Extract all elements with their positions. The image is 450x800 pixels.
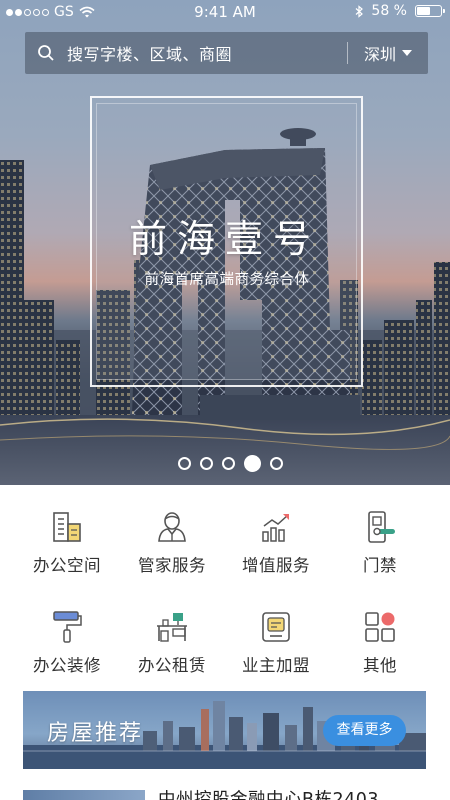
service-label: 其他 [363, 656, 397, 675]
service-door-access[interactable]: 门禁 [330, 510, 430, 576]
status-right: 58 % [355, 3, 445, 19]
more-grid-icon [365, 612, 395, 642]
bluetooth-icon [356, 4, 364, 18]
service-renovation[interactable]: 办公装修 [17, 610, 117, 676]
service-label: 办公空间 [33, 556, 101, 575]
service-label: 管家服务 [138, 556, 206, 575]
growth-chart-icon [262, 514, 289, 542]
service-butler[interactable]: 管家服务 [122, 510, 222, 576]
pager-dot[interactable] [178, 457, 191, 470]
pager-dot[interactable] [222, 457, 235, 470]
service-value-added[interactable]: 增值服务 [226, 510, 326, 576]
carousel-pager[interactable] [178, 455, 283, 472]
desk-icon [157, 613, 187, 642]
search-input[interactable]: 搜写字楼、区域、商圈 [67, 41, 347, 65]
listing-item[interactable]: 中州控股金融中心B栋2403 [23, 786, 450, 800]
service-label: 办公租赁 [138, 656, 206, 675]
pager-dot[interactable] [270, 457, 283, 470]
search-icon [25, 32, 67, 74]
view-more-button[interactable]: 查看更多 [323, 715, 406, 746]
paint-roller-icon [53, 611, 82, 643]
service-label: 增值服务 [242, 556, 310, 575]
banner-title: 前海壹号 [128, 217, 321, 261]
search-bar[interactable]: 搜写字楼、区域、商圈 深圳 [25, 32, 428, 74]
service-label: 办公装修 [33, 656, 101, 675]
hero-banner[interactable]: GS 9:41 AM 58 % 搜写字楼、区域、商圈 深圳 前海壹号 前海首席高… [0, 0, 450, 485]
service-label: 门禁 [363, 556, 397, 575]
recommend-title: 房屋推荐 [47, 721, 144, 746]
pager-dot[interactable] [244, 455, 261, 472]
butler-icon [158, 512, 186, 542]
service-other[interactable]: 其他 [330, 610, 430, 676]
battery-icon [415, 5, 445, 17]
service-office-space[interactable]: 办公空间 [17, 510, 117, 576]
office-building-icon [53, 512, 81, 542]
banner-subtitle: 前海首席高端商务综合体 [144, 272, 310, 288]
service-label: 业主加盟 [242, 656, 310, 675]
battery-percentage: 58 % [371, 3, 407, 19]
status-bar: GS 9:41 AM 58 % [0, 0, 450, 24]
listing-thumbnail [23, 790, 145, 800]
service-owner-join[interactable]: 业主加盟 [226, 610, 326, 676]
battery-level-fill [417, 7, 430, 15]
door-access-icon [368, 511, 395, 543]
chevron-down-icon [402, 50, 412, 56]
owner-join-icon [262, 612, 290, 642]
city-label: 深圳 [363, 45, 396, 64]
service-office-rental[interactable]: 办公租赁 [122, 610, 222, 676]
listing-name: 中州控股金融中心B栋2403 [158, 790, 380, 800]
city-selector[interactable]: 深圳 [348, 41, 428, 65]
pager-dot[interactable] [200, 457, 213, 470]
house-recommend-banner[interactable]: 房屋推荐 查看更多 [23, 691, 426, 769]
